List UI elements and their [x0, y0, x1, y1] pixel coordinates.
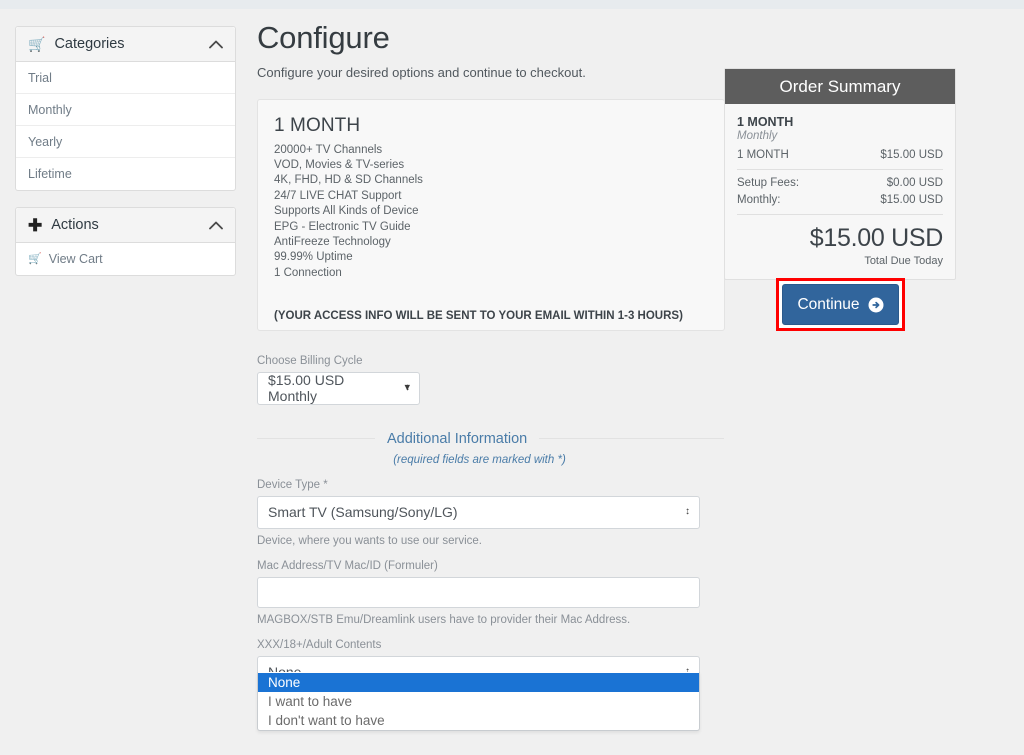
device-type-label: Device Type * [257, 478, 328, 491]
sidebar-item-label: Trial [28, 70, 52, 85]
summary-divider [737, 214, 943, 215]
mac-address-group: Mac Address/TV Mac/ID (Formuler) MAGBOX/… [257, 560, 725, 626]
sidebar-item-view-cart[interactable]: 🛒 View Cart [16, 243, 235, 275]
product-access-note: (YOUR ACCESS INFO WILL BE SENT TO YOUR E… [274, 310, 683, 323]
product-feature: 20000+ TV Channels [274, 143, 383, 156]
summary-product-name: 1 MONTH [737, 115, 794, 129]
summary-setup-fees-value: $0.00 USD [886, 177, 943, 189]
adult-contents-dropdown-list[interactable]: None I want to have I don't want to have [257, 671, 700, 731]
product-feature: 24/7 LIVE CHAT Support [274, 189, 402, 202]
product-feature: VOD, Movies & TV-series [274, 159, 405, 172]
cart-icon: 🛒 [28, 252, 42, 265]
chevron-up-icon[interactable] [209, 221, 223, 230]
billing-cycle-value: $15.00 USD Monthly [268, 372, 345, 405]
continue-button-label: Continue [797, 295, 860, 313]
sidebar-item-monthly[interactable]: Monthly [16, 94, 235, 126]
product-feature: 1 Connection [274, 266, 342, 279]
product-feature: 4K, FHD, HD & SD Channels [274, 174, 423, 187]
billing-cycle-select[interactable]: $15.00 USD Monthly ▾ ↕ [257, 371, 420, 405]
sidebar-item-label: View Cart [48, 252, 103, 266]
product-feature: EPG - Electronic TV Guide [274, 220, 411, 233]
sidebar-item-trial[interactable]: Trial [16, 62, 235, 94]
summary-total: $15.00 USD [809, 224, 944, 252]
billing-cycle-group: Choose Billing Cycle $15.00 USD Monthly … [257, 355, 725, 405]
top-bar [0, 0, 1024, 9]
summary-monthly-label: Monthly: [737, 194, 781, 206]
dropdown-option-i-dont-want-to-have[interactable]: I don't want to have [258, 711, 699, 730]
product-details-box: 1 MONTH 20000+ TV Channels VOD, Movies &… [257, 98, 725, 331]
order-summary-panel: Order Summary 1 MONTH Monthly 1 MONTH $1… [724, 68, 956, 280]
chevron-up-icon[interactable] [209, 40, 223, 49]
summary-monthly-value: $15.00 USD [880, 194, 943, 206]
dropdown-option-i-want-to-have[interactable]: I want to have [258, 692, 699, 711]
sidebar-panel-actions: ✚ Actions 🛒 View Cart [15, 207, 236, 276]
device-type-help: Device, where you wants to use our servi… [257, 534, 482, 547]
summary-monthly-row: Monthly: $15.00 USD [737, 194, 943, 206]
sidebar-item-lifetime[interactable]: Lifetime [16, 158, 235, 190]
actions-panel-title: Actions [51, 217, 99, 233]
summary-divider [737, 169, 943, 170]
legend-rule-right [539, 438, 724, 440]
product-name: 1 MONTH [274, 114, 361, 136]
sidebar-item-label: Yearly [28, 134, 63, 149]
product-feature: 99.99% Uptime [274, 251, 353, 264]
arrow-circle-right-icon [868, 297, 884, 313]
continue-button-annotation: Continue [776, 278, 905, 331]
device-type-group: Device Type * Smart TV (Samsung/Sony/LG)… [257, 479, 725, 547]
device-type-value: Smart TV (Samsung/Sony/LG) [268, 504, 458, 521]
continue-button[interactable]: Continue [782, 284, 899, 325]
mac-address-help: MAGBOX/STB Emu/Dreamlink users have to p… [257, 613, 631, 626]
mac-address-input[interactable] [257, 576, 700, 608]
product-feature: AntiFreeze Technology [274, 236, 391, 249]
order-summary-header: Order Summary [725, 69, 955, 104]
summary-setup-fees-row: Setup Fees: $0.00 USD [737, 177, 943, 189]
billing-cycle-label: Choose Billing Cycle [257, 354, 363, 367]
page-subtitle: Configure your desired options and conti… [257, 64, 586, 80]
required-fields-note: (required fields are marked with *) [393, 453, 566, 466]
sidebar-item-label: Lifetime [28, 167, 72, 181]
legend-rule-left [257, 438, 375, 440]
additional-information-legend: Additional Information [257, 431, 724, 447]
order-summary-body: 1 MONTH Monthly 1 MONTH $15.00 USD Setup… [725, 104, 955, 279]
mac-address-label: Mac Address/TV Mac/ID (Formuler) [257, 559, 438, 572]
plus-icon: ✚ [28, 215, 43, 235]
categories-panel-header[interactable]: 🛒 Categories [16, 27, 235, 62]
summary-line-item: 1 MONTH $15.00 USD [737, 149, 943, 161]
summary-setup-fees-label: Setup Fees: [737, 177, 800, 189]
legend-title: Additional Information [387, 430, 528, 447]
select-arrows-icon: ↕ [405, 382, 410, 394]
adult-contents-group: XXX/18+/Adult Contents None ↕ None I wan… [257, 638, 725, 731]
select-arrows-icon: ↕ [685, 506, 690, 518]
summary-cycle: Monthly [737, 130, 778, 142]
actions-panel-header[interactable]: ✚ Actions [16, 208, 235, 243]
adult-contents-label: XXX/18+/Adult Contents [257, 638, 382, 651]
summary-line-item-price: $15.00 USD [880, 149, 943, 161]
sidebar-panel-categories: 🛒 Categories Trial Monthly Yearly Lifeti… [15, 26, 236, 191]
device-type-select[interactable]: Smart TV (Samsung/Sony/LG) ↕ [257, 495, 700, 529]
main-content: Configure Configure your desired options… [257, 20, 725, 731]
sidebar-item-yearly[interactable]: Yearly [16, 126, 235, 158]
cart-icon: 🛒 [28, 36, 46, 52]
sidebar-item-label: Monthly [28, 102, 72, 117]
dropdown-option-none[interactable]: None [258, 672, 699, 692]
product-feature: Supports All Kinds of Device [274, 205, 419, 218]
summary-line-item-label: 1 MONTH [737, 149, 789, 161]
page-title: Configure [257, 20, 390, 55]
sidebar: 🛒 Categories Trial Monthly Yearly Lifeti… [15, 26, 236, 292]
summary-total-label: Total Due Today [864, 255, 943, 267]
categories-panel-title: Categories [54, 36, 125, 52]
